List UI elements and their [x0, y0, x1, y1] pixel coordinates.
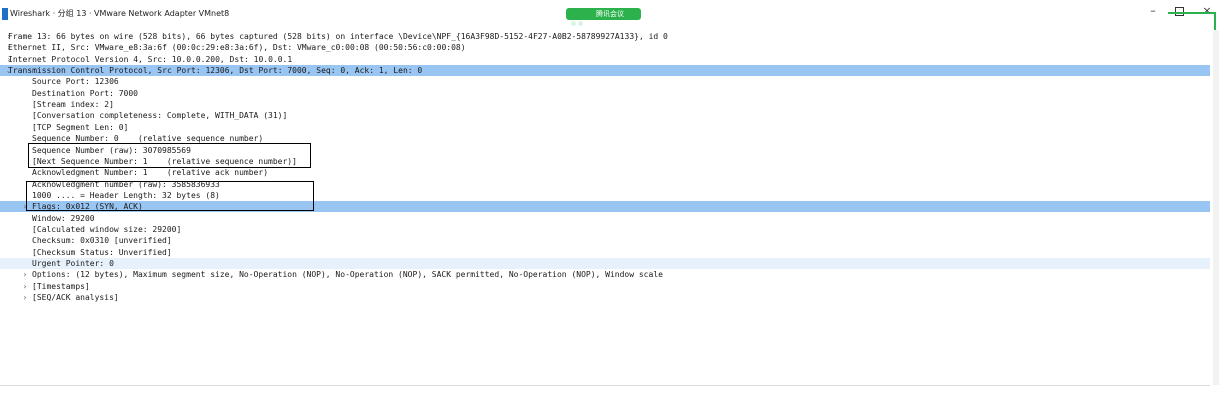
tree-row-text: Source Port: 12306	[32, 77, 119, 87]
tree-row-text: Window: 29200	[32, 213, 95, 223]
tree-row-text: [Checksum Status: Unverified]	[32, 247, 172, 257]
tree-row[interactable]: Acknowledgment Number: 1 (relative ack n…	[0, 167, 1210, 178]
window-title: Wireshark · 分组 13 · VMware Network Adapt…	[10, 9, 230, 18]
expand-arrow-icon	[20, 167, 30, 178]
expand-arrow-icon	[20, 224, 30, 235]
minimize-button[interactable]: –	[1140, 2, 1166, 20]
tree-row-text: [SEQ/ACK analysis]	[32, 293, 119, 303]
tree-row-text: [Conversation completeness: Complete, WI…	[32, 111, 288, 121]
tree-row[interactable]: ⌄ Transmission Control Protocol, Src Port…	[0, 65, 1210, 77]
highlight-box-sequence	[28, 143, 311, 168]
tree-row[interactable]: [TCP Segment Len: 0]	[0, 122, 1210, 133]
tree-row[interactable]: › Options: (12 bytes), Maximum segment si…	[0, 269, 1210, 280]
expand-arrow-icon[interactable]: ›	[20, 269, 30, 280]
meeting-label: 腾讯会议	[596, 10, 624, 18]
tree-row[interactable]: Urgent Pointer: 0	[0, 258, 1210, 269]
meeting-indicator[interactable]: 腾讯会议	[566, 8, 641, 26]
expand-arrow-icon	[20, 110, 30, 121]
pane-divider[interactable]	[0, 385, 1210, 386]
tree-row-text: [Stream index: 2]	[32, 100, 114, 110]
tree-row[interactable]: [Stream index: 2]	[0, 99, 1210, 110]
expand-arrow-icon	[20, 99, 30, 110]
tree-row[interactable]: Source Port: 12306	[0, 76, 1210, 87]
tree-row[interactable]: › Frame 13: 66 bytes on wire (528 bits), …	[0, 31, 1210, 42]
tree-row-text: Options: (12 bytes), Maximum segment siz…	[32, 270, 663, 280]
wireshark-fin-icon	[2, 8, 8, 20]
tree-row-text: [TCP Segment Len: 0]	[32, 122, 129, 132]
tree-row[interactable]: › [Timestamps]	[0, 281, 1210, 292]
highlight-box-acknowledgment	[26, 181, 314, 211]
tree-row-text: [Timestamps]	[32, 281, 90, 291]
packet-details-tree: › Frame 13: 66 bytes on wire (528 bits), …	[0, 31, 1210, 391]
tree-row[interactable]: [Conversation completeness: Complete, WI…	[0, 110, 1210, 121]
tree-row-text: Ethernet II, Src: VMware_e8:3a:6f (00:0c…	[8, 43, 466, 53]
tree-row[interactable]: › [SEQ/ACK analysis]	[0, 292, 1210, 303]
expand-arrow-icon[interactable]: ›	[20, 292, 30, 303]
tree-row-text: Acknowledgment Number: 1 (relative ack n…	[32, 168, 269, 178]
tree-row-text: Frame 13: 66 bytes on wire (528 bits), 6…	[8, 32, 668, 41]
tree-row-text: [Calculated window size: 29200]	[32, 224, 182, 234]
expand-arrow-icon	[20, 88, 30, 99]
expand-arrow-icon	[20, 213, 30, 224]
expand-arrow-icon	[20, 122, 30, 133]
expand-arrow-icon	[20, 235, 30, 246]
expand-arrow-icon	[20, 258, 30, 269]
vertical-scrollbar[interactable]	[1213, 30, 1219, 385]
expand-arrow-icon	[20, 76, 30, 87]
recording-dots-icon	[571, 11, 591, 26]
expand-arrow-icon[interactable]: ›	[20, 281, 30, 292]
tree-row[interactable]: [Checksum Status: Unverified]	[0, 247, 1210, 258]
expand-arrow-icon	[20, 247, 30, 258]
tree-row[interactable]: Window: 29200	[0, 213, 1210, 224]
tree-row-text: Transmission Control Protocol, Src Port:…	[8, 66, 423, 76]
tree-row[interactable]: [Calculated window size: 29200]	[0, 224, 1210, 235]
tree-row-text: Checksum: 0x0310 [unverified]	[32, 236, 172, 246]
tree-row-text: Destination Port: 7000	[32, 88, 138, 98]
title-bar: Wireshark · 分组 13 · VMware Network Adapt…	[0, 0, 1221, 28]
tree-row[interactable]: › Internet Protocol Version 4, Src: 10.0.…	[0, 54, 1210, 65]
tree-row[interactable]: › Ethernet II, Src: VMware_e8:3a:6f (00:0…	[0, 42, 1210, 53]
tree-row[interactable]: Destination Port: 7000	[0, 88, 1210, 99]
tree-row-text: Internet Protocol Version 4, Src: 10.0.0…	[8, 54, 293, 64]
tree-row-text: Urgent Pointer: 0	[32, 259, 114, 268]
tree-row[interactable]: Checksum: 0x0310 [unverified]	[0, 235, 1210, 246]
